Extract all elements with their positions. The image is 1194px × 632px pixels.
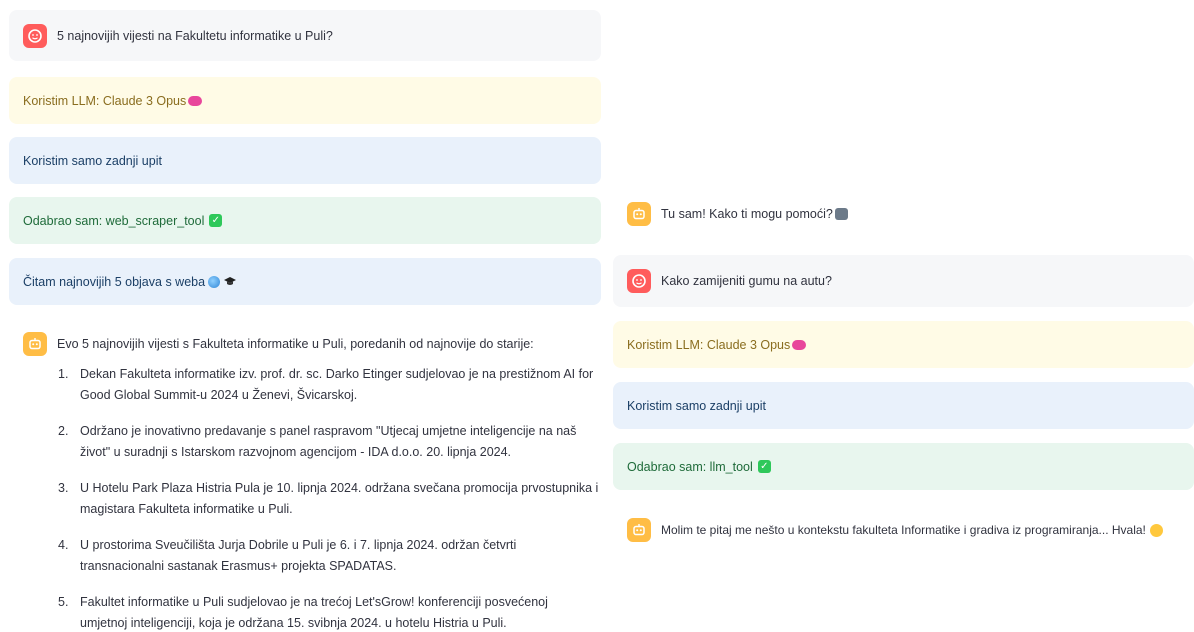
right-bot-answer-text: Molim te pitaj me nešto u kontekstu faku… (661, 523, 1146, 537)
right-bot-greeting: Tu sam! Kako ti mogu pomoći? (613, 200, 1194, 228)
right-bot-answer: Molim te pitaj me nešto u kontekstu faku… (613, 516, 1194, 544)
list-item: 1. Dekan Fakulteta informatike izv. prof… (58, 367, 594, 402)
right-status-llm: Koristim LLM: Claude 3 Opus (613, 321, 1194, 368)
smile-emoji-icon (1149, 523, 1163, 537)
left-status-read-text: Čitam najnovijih 5 objava s weba (23, 274, 206, 289)
right-status-tool: Odabrao sam: llm_tool ✓ (613, 443, 1194, 490)
graduation-cap-emoji-icon (224, 276, 237, 288)
list-item: 3. U Hotelu Park Plaza Histria Pula je 1… (58, 481, 599, 516)
chat-screen: 5 najnovijih vijesti na Fakultetu inform… (0, 0, 1194, 632)
user-face-icon (627, 269, 651, 293)
left-status-llm: Koristim LLM: Claude 3 Opus (9, 77, 601, 124)
news-list: 1. Dekan Fakulteta informatike izv. prof… (58, 364, 600, 632)
user-face-icon (23, 23, 47, 48)
left-bot-message: Evo 5 najnovijih vijesti s Fakulteta inf… (9, 330, 609, 358)
left-status-tool: Odabrao sam: web_scraper_tool ✓ (9, 197, 601, 244)
check-mark-emoji-icon: ✓ (209, 214, 223, 227)
brain-emoji-icon (188, 95, 203, 106)
left-status-llm-text: Koristim LLM: Claude 3 Opus (23, 93, 187, 108)
right-status-llm-text: Koristim LLM: Claude 3 Opus (627, 337, 791, 352)
right-user-message: Kako zamijeniti gumu na autu? (613, 255, 1194, 307)
list-item: 5. Fakultet informatike u Puli sudjelova… (58, 595, 548, 630)
left-status-query: Koristim samo zadnji upit (9, 137, 601, 184)
brain-emoji-icon (792, 339, 807, 350)
right-status-query-text: Koristim samo zadnji upit (627, 398, 766, 413)
left-user-message: 5 najnovijih vijesti na Fakultetu inform… (9, 10, 601, 61)
left-status-query-text: Koristim samo zadnji upit (23, 153, 162, 168)
robot-face-icon (627, 202, 651, 226)
robot-face-icon (23, 332, 47, 356)
right-user-question-text: Kako zamijeniti gumu na autu? (661, 274, 832, 288)
check-mark-emoji-icon: ✓ (757, 460, 771, 473)
right-status-tool-text: Odabrao sam: llm_tool (627, 459, 753, 474)
right-bot-greeting-text: Tu sam! Kako ti mogu pomoći? (661, 207, 833, 221)
list-item: 2. Održano je inovativno predavanje s pa… (58, 424, 577, 459)
list-item: 4. U prostorima Sveučilišta Jurja Dobril… (58, 538, 517, 573)
left-status-tool-text: Odabrao sam: web_scraper_tool (23, 213, 205, 228)
robot-face-icon (627, 518, 651, 542)
right-status-query: Koristim samo zadnji upit (613, 382, 1194, 429)
left-answer-intro: Evo 5 najnovijih vijesti s Fakulteta inf… (57, 337, 534, 351)
left-user-question-text: 5 najnovijih vijesti na Fakultetu inform… (57, 28, 333, 43)
robot-emoji-icon (834, 208, 848, 220)
globe-emoji-icon (208, 275, 221, 288)
left-status-read: Čitam najnovijih 5 objava s weba (9, 258, 601, 305)
